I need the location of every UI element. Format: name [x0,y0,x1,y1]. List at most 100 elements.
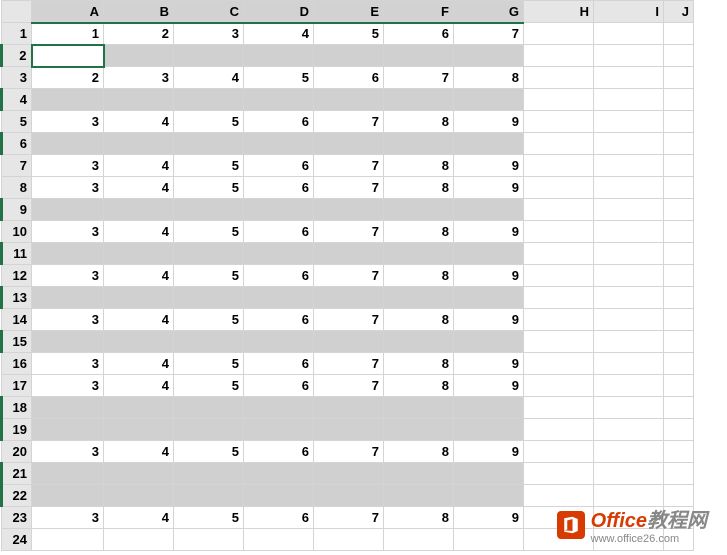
cell-G14[interactable]: 9 [454,309,524,331]
cell-J16[interactable] [664,353,694,375]
cell-A16[interactable]: 3 [32,353,104,375]
cell-G17[interactable]: 9 [454,375,524,397]
cell-G10[interactable]: 9 [454,221,524,243]
cell-A14[interactable]: 3 [32,309,104,331]
cell-F4[interactable] [384,89,454,111]
spreadsheet-grid[interactable]: A B C D E F G H I J 11234567232345678453… [0,0,694,551]
cell-A22[interactable] [32,485,104,507]
cell-E10[interactable]: 7 [314,221,384,243]
col-header-C[interactable]: C [174,1,244,23]
col-header-E[interactable]: E [314,1,384,23]
cell-I14[interactable] [594,309,664,331]
cell-G7[interactable]: 9 [454,155,524,177]
cell-I13[interactable] [594,287,664,309]
cell-B7[interactable]: 4 [104,155,174,177]
cell-G24[interactable] [454,529,524,551]
cell-B23[interactable]: 4 [104,507,174,529]
cell-H10[interactable] [524,221,594,243]
cell-F15[interactable] [384,331,454,353]
row-header-2[interactable]: 2 [2,45,32,67]
cell-F5[interactable]: 8 [384,111,454,133]
cell-C4[interactable] [174,89,244,111]
col-header-H[interactable]: H [524,1,594,23]
cell-C21[interactable] [174,463,244,485]
cell-H8[interactable] [524,177,594,199]
cell-G12[interactable]: 9 [454,265,524,287]
cell-F1[interactable]: 6 [384,23,454,45]
cell-G8[interactable]: 9 [454,177,524,199]
cell-A12[interactable]: 3 [32,265,104,287]
cell-H23[interactable] [524,507,594,529]
cell-A7[interactable]: 3 [32,155,104,177]
cell-I24[interactable] [594,529,664,551]
cell-D16[interactable]: 6 [244,353,314,375]
cell-F2[interactable] [384,45,454,67]
cell-B21[interactable] [104,463,174,485]
cell-H9[interactable] [524,199,594,221]
cell-H6[interactable] [524,133,594,155]
cell-H5[interactable] [524,111,594,133]
cell-D21[interactable] [244,463,314,485]
cell-B19[interactable] [104,419,174,441]
cell-I12[interactable] [594,265,664,287]
cell-H17[interactable] [524,375,594,397]
cell-C22[interactable] [174,485,244,507]
cell-A6[interactable] [32,133,104,155]
cell-J4[interactable] [664,89,694,111]
cell-H4[interactable] [524,89,594,111]
row-header-24[interactable]: 24 [2,529,32,551]
cell-D22[interactable] [244,485,314,507]
cell-G9[interactable] [454,199,524,221]
cell-C2[interactable] [174,45,244,67]
cell-D23[interactable]: 6 [244,507,314,529]
cell-G4[interactable] [454,89,524,111]
cell-E23[interactable]: 7 [314,507,384,529]
col-header-B[interactable]: B [104,1,174,23]
cell-E13[interactable] [314,287,384,309]
cell-B9[interactable] [104,199,174,221]
cell-F20[interactable]: 8 [384,441,454,463]
cell-H24[interactable] [524,529,594,551]
cell-H2[interactable] [524,45,594,67]
col-header-J[interactable]: J [664,1,694,23]
cell-J14[interactable] [664,309,694,331]
cell-F8[interactable]: 8 [384,177,454,199]
cell-I21[interactable] [594,463,664,485]
select-all-corner[interactable] [2,1,32,23]
cell-A23[interactable]: 3 [32,507,104,529]
row-header-15[interactable]: 15 [2,331,32,353]
cell-F7[interactable]: 8 [384,155,454,177]
cell-C1[interactable]: 3 [174,23,244,45]
cell-D18[interactable] [244,397,314,419]
row-header-1[interactable]: 1 [2,23,32,45]
cell-D19[interactable] [244,419,314,441]
cell-B13[interactable] [104,287,174,309]
cell-A19[interactable] [32,419,104,441]
cell-F22[interactable] [384,485,454,507]
cell-I17[interactable] [594,375,664,397]
cell-J15[interactable] [664,331,694,353]
cell-I10[interactable] [594,221,664,243]
cell-A24[interactable] [32,529,104,551]
cell-C16[interactable]: 5 [174,353,244,375]
cell-J24[interactable] [664,529,694,551]
cell-C6[interactable] [174,133,244,155]
cell-F13[interactable] [384,287,454,309]
cell-C20[interactable]: 5 [174,441,244,463]
cell-A1[interactable]: 1 [32,23,104,45]
cell-A17[interactable]: 3 [32,375,104,397]
row-header-20[interactable]: 20 [2,441,32,463]
cell-E2[interactable] [314,45,384,67]
cell-J21[interactable] [664,463,694,485]
cell-F17[interactable]: 8 [384,375,454,397]
cell-F9[interactable] [384,199,454,221]
cell-G16[interactable]: 9 [454,353,524,375]
row-header-18[interactable]: 18 [2,397,32,419]
cell-G3[interactable]: 8 [454,67,524,89]
col-header-F[interactable]: F [384,1,454,23]
col-header-A[interactable]: A [32,1,104,23]
cell-A20[interactable]: 3 [32,441,104,463]
row-header-22[interactable]: 22 [2,485,32,507]
cell-E24[interactable] [314,529,384,551]
cell-F3[interactable]: 7 [384,67,454,89]
